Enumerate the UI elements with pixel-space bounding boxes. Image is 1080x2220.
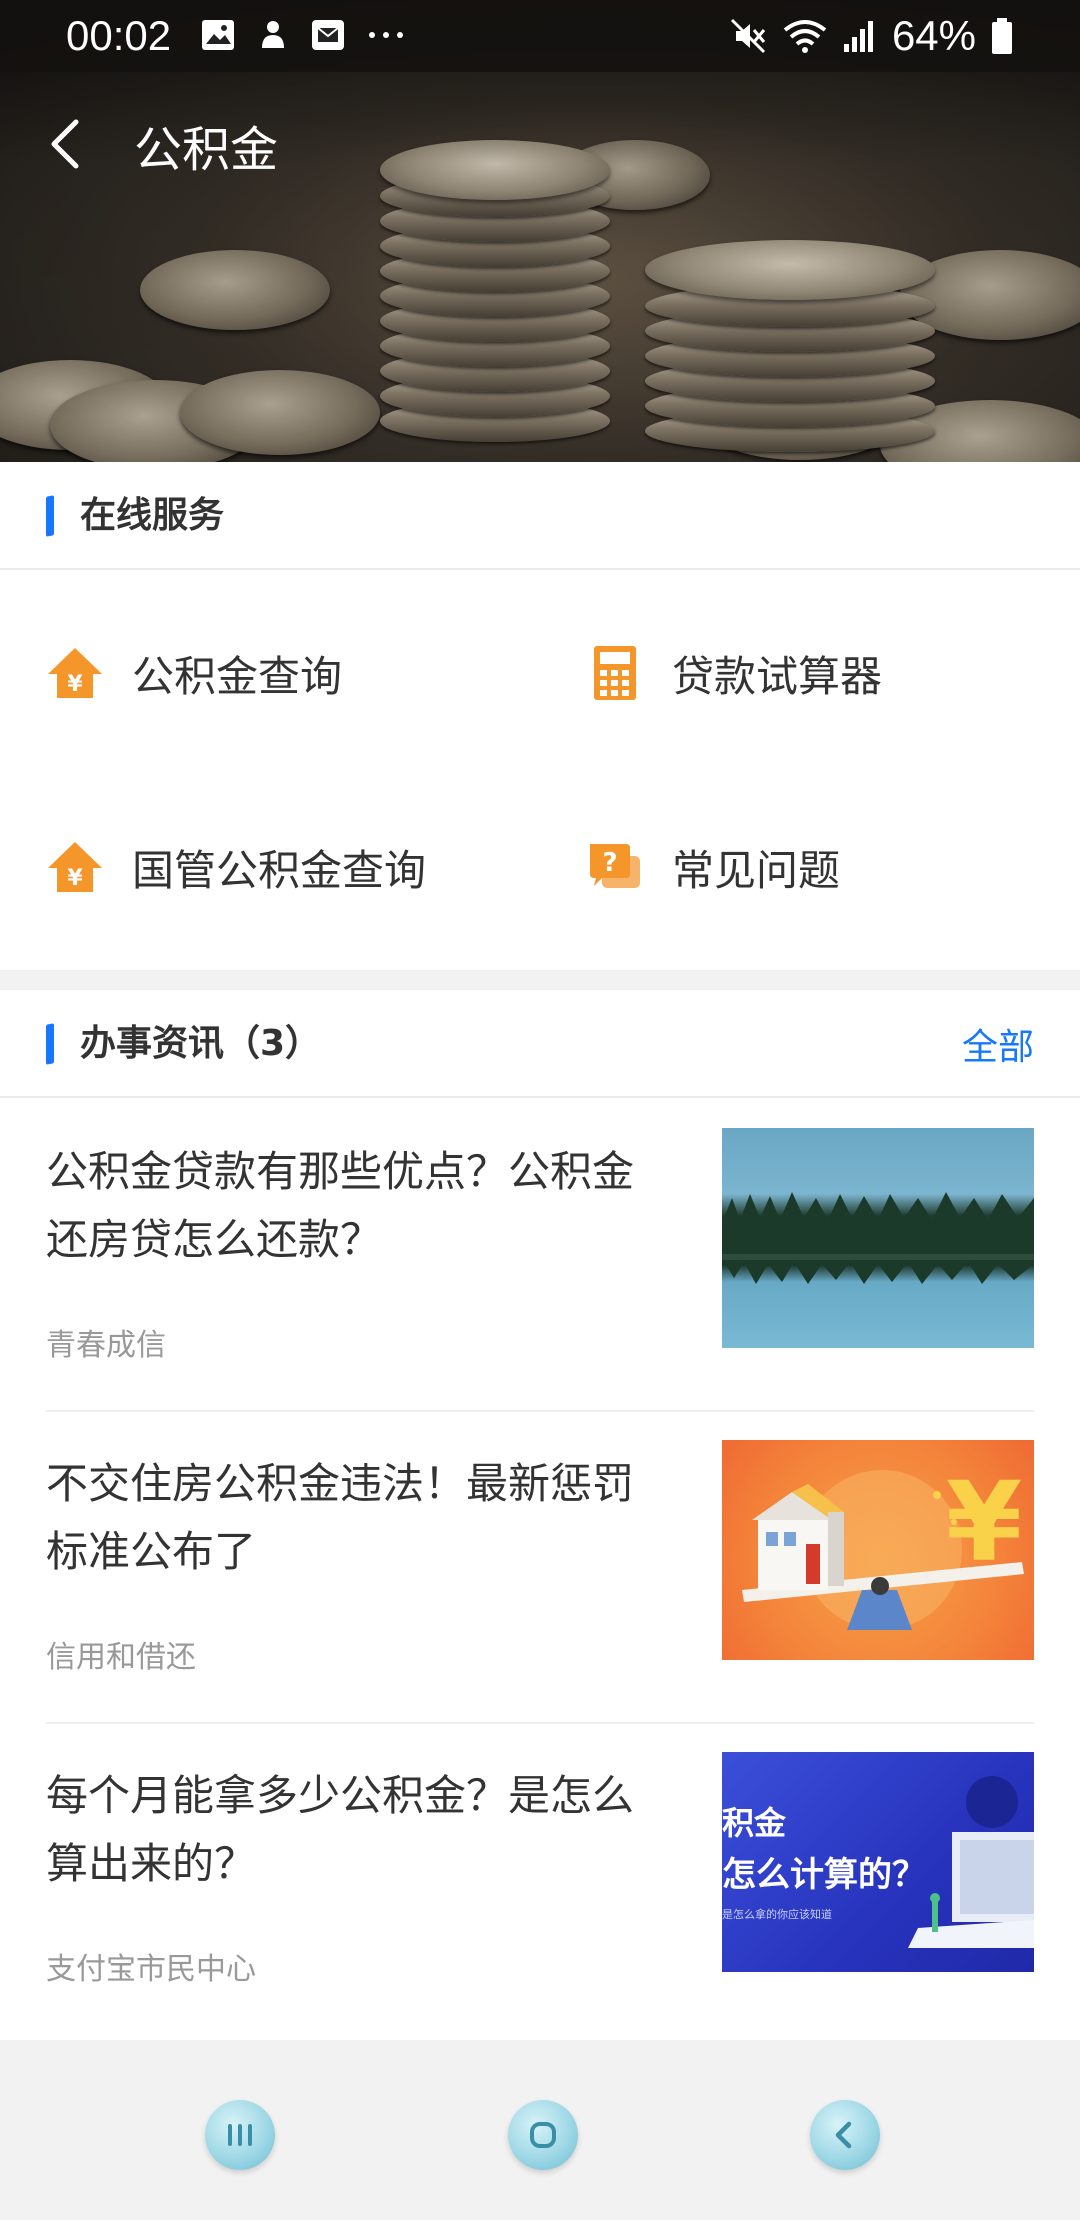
news-thumbnail (722, 1128, 1034, 1348)
calculator-icon (594, 646, 636, 700)
more-dots-icon (369, 32, 403, 38)
news-section: 办事资讯（3） 全部 公积金贷款有那些优点？公积金还房贷怎么还款？ 青春成信 不… (0, 990, 1080, 2040)
section-header: 办事资讯（3） 全部 (0, 990, 1080, 1098)
blue-calc-banner-image: 积金 怎么计算的？ 是怎么拿的你应该知道 (722, 1776, 1034, 1948)
nav-bar: 公积金 (0, 100, 1080, 190)
news-source: 支付宝市民中心 (46, 1952, 256, 1987)
mail-icon (312, 20, 344, 50)
status-time: 00:02 (66, 12, 172, 59)
lake-forest-image (722, 1192, 1034, 1284)
house-yuan-icon: ¥ (48, 842, 102, 892)
home-icon (530, 2122, 556, 2148)
recent-apps-button[interactable] (205, 2100, 275, 2170)
view-all-link[interactable]: 全部 (962, 1018, 1034, 1070)
svg-text:是怎么拿的你应该知道: 是怎么拿的你应该知道 (722, 1907, 832, 1921)
svg-text:¥: ¥ (67, 866, 83, 891)
section-title: 在线服务 (80, 495, 225, 536)
service-faq[interactable]: ? 常见问题 (586, 822, 840, 912)
system-navigation-bar (0, 2040, 1080, 2220)
section-accent-bar (46, 495, 54, 537)
battery-icon (992, 18, 1012, 54)
news-item[interactable]: 每个月能拿多少公积金？是怎么算出来的？ 支付宝市民中心 积金 怎么计算的？ 是怎… (46, 1724, 1034, 2036)
house-yuan-icon: ¥ (48, 648, 102, 698)
service-national-housing-fund-query[interactable]: ¥ 国管公积金查询 (46, 822, 426, 912)
svg-text:¥: ¥ (946, 1458, 1023, 1586)
recent-apps-icon (228, 2124, 252, 2146)
page-title: 公积金 (134, 122, 279, 178)
news-title: 每个月能拿多少公积金？是怎么算出来的？ (46, 1771, 635, 1888)
mute-icon (730, 18, 766, 54)
service-housing-fund-query[interactable]: ¥ 公积金查询 (46, 628, 342, 718)
image-icon (202, 20, 234, 50)
svg-text:积金: 积金 (722, 1804, 787, 1842)
service-label: 国管公积金查询 (132, 845, 427, 895)
svg-text:?: ? (602, 848, 617, 878)
online-services-section: 在线服务 ¥ 公积金查询 贷款试算器 ¥ 国管公积金查询 ? 常见问题 (0, 462, 1080, 970)
house-yuan-seesaw-image: ¥ (742, 1458, 1024, 1630)
service-label: 常见问题 (672, 845, 841, 895)
signal-icon (843, 21, 873, 52)
service-loan-calculator[interactable]: 贷款试算器 (586, 628, 882, 718)
news-thumbnail: 积金 怎么计算的？ 是怎么拿的你应该知道 (722, 1752, 1034, 1972)
section-title: 办事资讯（3） (80, 1023, 322, 1064)
news-title: 公积金贷款有那些优点？公积金还房贷怎么还款？ (46, 1147, 635, 1264)
news-source: 信用和借还 (46, 1640, 196, 1675)
news-item[interactable]: 公积金贷款有那些优点？公积金还房贷怎么还款？ 青春成信 (46, 1100, 1034, 1412)
news-item[interactable]: 不交住房公积金违法！最新惩罚标准公布了 信用和借还 ¥ (46, 1412, 1034, 1724)
news-source: 青春成信 (46, 1328, 166, 1363)
section-accent-bar (46, 1023, 54, 1065)
back-nav-icon (835, 2121, 852, 2149)
question-chat-icon: ? (590, 844, 640, 888)
back-arrow-icon (51, 119, 79, 169)
svg-text:怎么计算的？: 怎么计算的？ (722, 1855, 926, 1895)
news-title: 不交住房公积金违法！最新惩罚标准公布了 (46, 1459, 635, 1576)
wifi-icon (783, 20, 827, 53)
news-thumbnail: ¥ (722, 1440, 1034, 1660)
status-bar: 00:02 64% (0, 0, 1080, 72)
back-nav-button[interactable] (810, 2100, 880, 2170)
home-button[interactable] (508, 2100, 578, 2170)
back-button[interactable] (40, 108, 96, 180)
section-header: 在线服务 (0, 462, 1080, 570)
battery-level: 64% (891, 12, 976, 59)
notification-icon (262, 21, 284, 48)
svg-text:¥: ¥ (67, 672, 83, 697)
service-label: 贷款试算器 (672, 651, 883, 701)
service-label: 公积金查询 (132, 651, 343, 701)
